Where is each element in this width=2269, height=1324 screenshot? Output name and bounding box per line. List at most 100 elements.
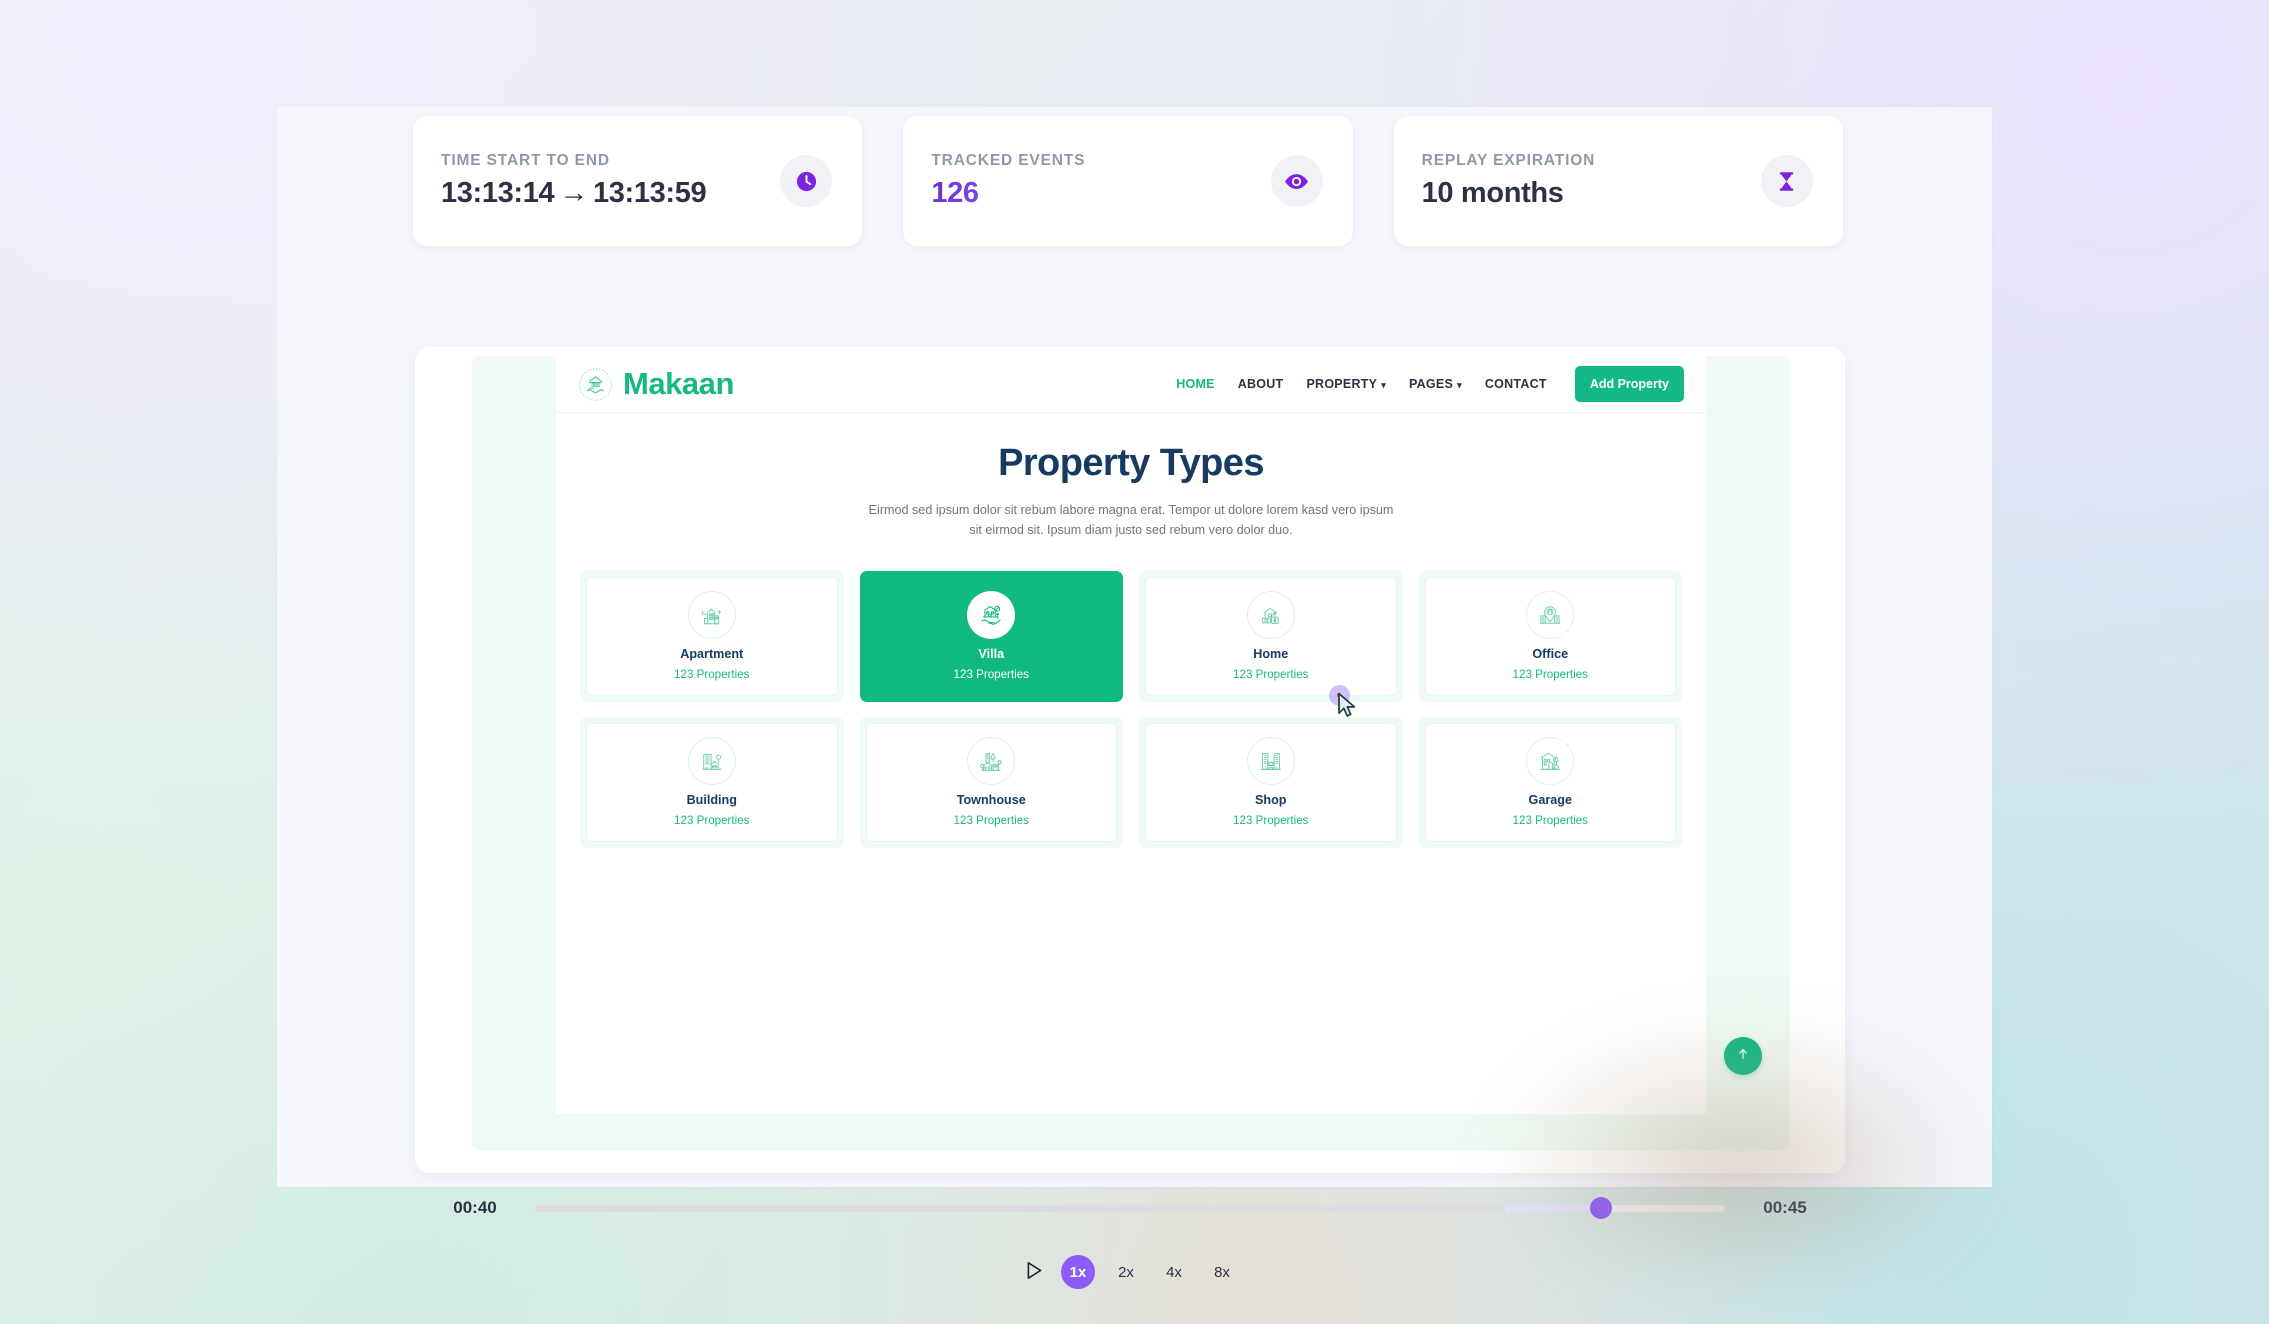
stat-value: 13:13:14 → 13:13:59	[441, 177, 707, 210]
page-title: Property Types	[998, 442, 1264, 484]
speed-button-2x[interactable]: 2x	[1109, 1255, 1143, 1289]
captured-website: Makaan HOME ABOUT PROPERTY ▾ PAGES ▾ CON…	[556, 356, 1706, 1114]
stat-label: TRACKED EVENTS	[931, 152, 1086, 169]
total-time-label: 00:45	[1763, 1198, 1807, 1217]
page-subtitle: Eirmod sed ipsum dolor sit rebum labore …	[868, 503, 1394, 537]
scroll-to-top-button[interactable]	[1724, 1037, 1762, 1075]
nav-item-label: ABOUT	[1237, 377, 1284, 391]
tile-count: 123 Properties	[1512, 813, 1588, 827]
makaan-logo-icon	[578, 367, 613, 402]
tile-inner: Villa 123 Properties	[859, 571, 1123, 703]
nav-item-contact[interactable]: CONTACT	[1485, 377, 1547, 391]
tile-inner: Home 123 Properties	[1146, 578, 1396, 696]
property-tile-shop[interactable]: Shop 123 Properties	[1139, 717, 1403, 849]
property-types-grid: Apartment 123 Properties Villa 123 Prope…	[578, 571, 1684, 849]
stat-value: 10 months	[1421, 177, 1564, 209]
property-tile-home[interactable]: Home 123 Properties	[1139, 571, 1403, 703]
arrow-up-icon	[1735, 1046, 1751, 1067]
tile-inner: Garage 123 Properties	[1425, 724, 1675, 842]
stat-card-time-range: TIME START TO END 13:13:14 → 13:13:59	[413, 116, 863, 246]
stat-label: TIME START TO END	[441, 152, 610, 169]
site-main: Property Types Eirmod sed ipsum dolor si…	[556, 413, 1706, 849]
nav-item-label: PROPERTY	[1306, 377, 1378, 391]
tile-name: Building	[686, 793, 737, 808]
play-icon	[1026, 1261, 1043, 1283]
time-end: 13:13:59	[592, 177, 707, 209]
chevron-down-icon: ▾	[1381, 379, 1386, 390]
nav-item-pages[interactable]: PAGES ▾	[1409, 377, 1462, 391]
building-icon	[687, 737, 736, 786]
hourglass-icon	[1760, 155, 1813, 207]
stat-value: 126	[931, 177, 1085, 210]
tile-inner: Townhouse 123 Properties	[866, 724, 1116, 842]
speed-button-1x[interactable]: 1x	[1061, 1255, 1095, 1289]
stat-text: TRACKED EVENTS 126	[931, 152, 1085, 210]
timeline-scrubber[interactable]	[535, 1197, 1725, 1219]
timeline-thumb[interactable]	[1590, 1197, 1613, 1219]
arrow-right-icon: →	[559, 177, 588, 209]
nav-item-label: CONTACT	[1484, 377, 1547, 391]
tile-count: 123 Properties	[953, 813, 1029, 827]
garage-icon	[1526, 737, 1575, 786]
tile-inner: Office 123 Properties	[1425, 578, 1675, 696]
nav-item-about[interactable]: ABOUT	[1238, 377, 1284, 391]
tile-name: Garage	[1528, 793, 1572, 808]
tile-count: 123 Properties	[953, 667, 1029, 681]
stat-card-tracked-events: TRACKED EVENTS 126	[903, 116, 1353, 246]
brand-name: Makaan	[623, 366, 734, 401]
nav-item-label: PAGES	[1409, 377, 1454, 391]
property-tile-villa[interactable]: Villa 123 Properties	[859, 571, 1123, 703]
shop-icon	[1246, 737, 1295, 786]
tile-name: Home	[1253, 647, 1289, 662]
tile-name: Apartment	[680, 647, 744, 662]
add-property-button[interactable]: Add Property	[1574, 366, 1684, 402]
stat-card-replay-expiration: REPLAY EXPIRATION 10 months	[1393, 116, 1843, 246]
brand[interactable]: Makaan	[578, 366, 734, 402]
tile-name: Townhouse	[956, 793, 1026, 808]
property-tile-office[interactable]: Office 123 Properties	[1418, 571, 1682, 703]
tile-count: 123 Properties	[1233, 667, 1309, 681]
speed-button-4x[interactable]: 4x	[1157, 1255, 1191, 1289]
timeline-track[interactable]	[535, 1197, 1725, 1219]
nav-item-home[interactable]: HOME	[1176, 377, 1215, 391]
site-nav-links: HOME ABOUT PROPERTY ▾ PAGES ▾ CONTACT Ad…	[1176, 366, 1684, 402]
timeline-row: 00:40 00:45	[415, 1197, 1845, 1219]
timeline-played	[535, 1204, 1505, 1212]
tile-inner: Shop 123 Properties	[1146, 724, 1396, 842]
nav-item-property[interactable]: PROPERTY ▾	[1306, 377, 1386, 391]
property-tile-townhouse[interactable]: Townhouse 123 Properties	[859, 717, 1123, 849]
player-controls: 1x 2x 4x 8x	[415, 1255, 1845, 1289]
tile-count: 123 Properties	[674, 813, 750, 827]
stat-text: TIME START TO END 13:13:14 → 13:13:59	[441, 152, 707, 210]
villa-icon	[967, 591, 1016, 640]
property-tile-building[interactable]: Building 123 Properties	[580, 717, 844, 849]
play-button[interactable]	[1021, 1259, 1047, 1285]
replay-viewport-shell: Makaan HOME ABOUT PROPERTY ▾ PAGES ▾ CON…	[415, 347, 1845, 1173]
stats-row: TIME START TO END 13:13:14 → 13:13:59 TRAC…	[413, 116, 1843, 246]
clock-icon	[780, 155, 833, 207]
replay-stage: Makaan HOME ABOUT PROPERTY ▾ PAGES ▾ CON…	[472, 356, 1790, 1151]
time-start: 13:13:14	[441, 177, 555, 209]
nav-item-label: HOME	[1176, 377, 1215, 391]
replay-panel: TIME START TO END 13:13:14 → 13:13:59 TRAC…	[277, 107, 1992, 1289]
current-time-label: 00:40	[453, 1198, 497, 1217]
property-tile-apartment[interactable]: Apartment 123 Properties	[580, 571, 844, 703]
home-icon	[1246, 591, 1295, 640]
townhouse-icon	[967, 737, 1016, 786]
property-tile-garage[interactable]: Garage 123 Properties	[1418, 717, 1682, 849]
stat-label: REPLAY EXPIRATION	[1421, 152, 1596, 169]
chevron-down-icon: ▾	[1457, 379, 1462, 390]
tile-name: Villa	[978, 647, 1005, 662]
tile-name: Shop	[1255, 793, 1287, 808]
tile-inner: Apartment 123 Properties	[587, 578, 837, 696]
tile-count: 123 Properties	[1233, 813, 1309, 827]
tile-inner: Building 123 Properties	[587, 724, 837, 842]
eye-icon	[1270, 155, 1323, 207]
stat-text: REPLAY EXPIRATION 10 months	[1422, 152, 1596, 210]
office-icon	[1526, 591, 1575, 640]
site-navbar: Makaan HOME ABOUT PROPERTY ▾ PAGES ▾ CON…	[556, 356, 1706, 413]
apartment-icon	[687, 591, 736, 640]
page-backdrop: TIME START TO END 13:13:14 → 13:13:59 TRAC…	[0, 0, 2269, 1324]
speed-button-8x[interactable]: 8x	[1205, 1255, 1239, 1289]
tile-count: 123 Properties	[1512, 667, 1588, 681]
